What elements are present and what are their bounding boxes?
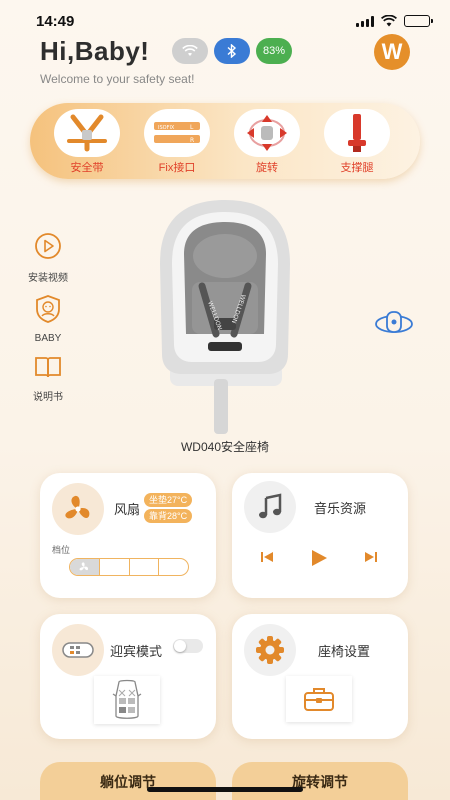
feature-support-leg[interactable]: 支撑腿 — [324, 109, 390, 175]
svg-text:ISOFIX: ISOFIX — [158, 125, 175, 131]
brand-logo[interactable]: W — [374, 34, 410, 70]
side-item-label: 说明书 — [33, 392, 63, 403]
welcome-subtitle: Welcome to your safety seat! — [40, 72, 195, 86]
feature-label: Fix接口 — [158, 162, 196, 174]
side-item-label: BABY — [34, 333, 62, 344]
music-title: 音乐资源 — [314, 501, 367, 516]
support-leg-icon — [324, 109, 390, 157]
seat-model-name: WD040安全座椅 — [180, 440, 269, 454]
play-icon — [35, 233, 61, 259]
fan-icon[interactable] — [52, 483, 104, 535]
status-time: 14:49 — [36, 13, 75, 30]
wifi-status-icon — [381, 15, 397, 27]
car-seat-image: WELLDON WELLDON — [160, 200, 290, 434]
side-item-baby[interactable]: BABY — [20, 294, 76, 344]
toolbox-icon[interactable] — [286, 676, 352, 722]
welcome-mode-card[interactable]: 迎宾模式 — [40, 614, 216, 739]
feature-label: 安全带 — [70, 162, 104, 174]
side-item-install-video[interactable]: 安装视频 — [20, 232, 76, 284]
isofix-icon: ISOFIX L R — [144, 109, 210, 157]
wifi-icon — [182, 45, 198, 56]
gear-segment-3[interactable] — [130, 559, 160, 575]
feature-label: 旋转 — [256, 162, 278, 174]
baby-shield-icon — [36, 295, 60, 323]
feature-bar: 安全带 ISOFIX L R Fix接口 旋转 支撑腿 — [30, 103, 420, 179]
home-indicator[interactable] — [147, 787, 303, 792]
rotation-adjust-button[interactable]: 旋转调节 — [232, 762, 408, 800]
gear-segment-1[interactable] — [70, 559, 100, 575]
battery-status-icon — [404, 15, 433, 27]
gear-segment-4[interactable] — [159, 559, 188, 575]
welcome-mode-toggle[interactable] — [173, 639, 203, 653]
status-icons — [356, 15, 433, 27]
settings-gear-icon — [244, 624, 296, 676]
recline-adjust-button[interactable]: 躺位调节 — [40, 762, 216, 800]
welcome-mode-title: 迎宾模式 — [110, 644, 163, 659]
bluetooth-icon — [227, 44, 237, 58]
car-top-view-image — [94, 676, 160, 724]
gear-segment-2[interactable] — [100, 559, 130, 575]
previous-track-icon[interactable] — [260, 551, 274, 563]
cellular-signal-icon — [356, 15, 374, 27]
fan-small-icon — [79, 562, 89, 571]
fan-card[interactable]: 风扇 坐垫27°C 靠背28°C 档位 — [40, 473, 216, 598]
play-button-icon[interactable] — [310, 549, 328, 567]
book-icon — [35, 357, 61, 378]
next-track-icon[interactable] — [364, 551, 378, 563]
bluetooth-pill[interactable] — [214, 38, 250, 64]
welcome-mode-icon — [52, 624, 104, 676]
fan-gear-selector[interactable] — [69, 558, 189, 576]
feature-isofix[interactable]: ISOFIX L R Fix接口 — [144, 109, 210, 175]
harness-icon — [54, 109, 120, 157]
side-item-label: 安装视频 — [28, 273, 68, 284]
backrest-temp: 靠背28°C — [144, 509, 193, 523]
fan-title: 风扇 — [114, 502, 141, 517]
seat-settings-title: 座椅设置 — [318, 644, 371, 659]
orbit-360-icon[interactable] — [374, 309, 414, 339]
seat-cushion-temp: 坐垫27°C — [144, 493, 193, 507]
feature-label: 支撑腿 — [340, 162, 374, 174]
svg-text:R: R — [190, 137, 194, 144]
music-note-icon — [244, 481, 296, 533]
gear-label: 档位 — [52, 545, 71, 555]
side-item-manual[interactable]: 说明书 — [20, 355, 76, 403]
wifi-pill[interactable] — [172, 38, 208, 64]
rotate-icon — [234, 109, 300, 157]
feature-rotate[interactable]: 旋转 — [234, 109, 300, 175]
battery-pill: 83% — [256, 38, 292, 64]
greeting-title: Hi,Baby! — [40, 36, 150, 66]
seat-settings-card[interactable]: 座椅设置 — [232, 614, 408, 739]
music-card[interactable]: 音乐资源 — [232, 473, 408, 598]
feature-harness[interactable]: 安全带 — [54, 109, 120, 175]
